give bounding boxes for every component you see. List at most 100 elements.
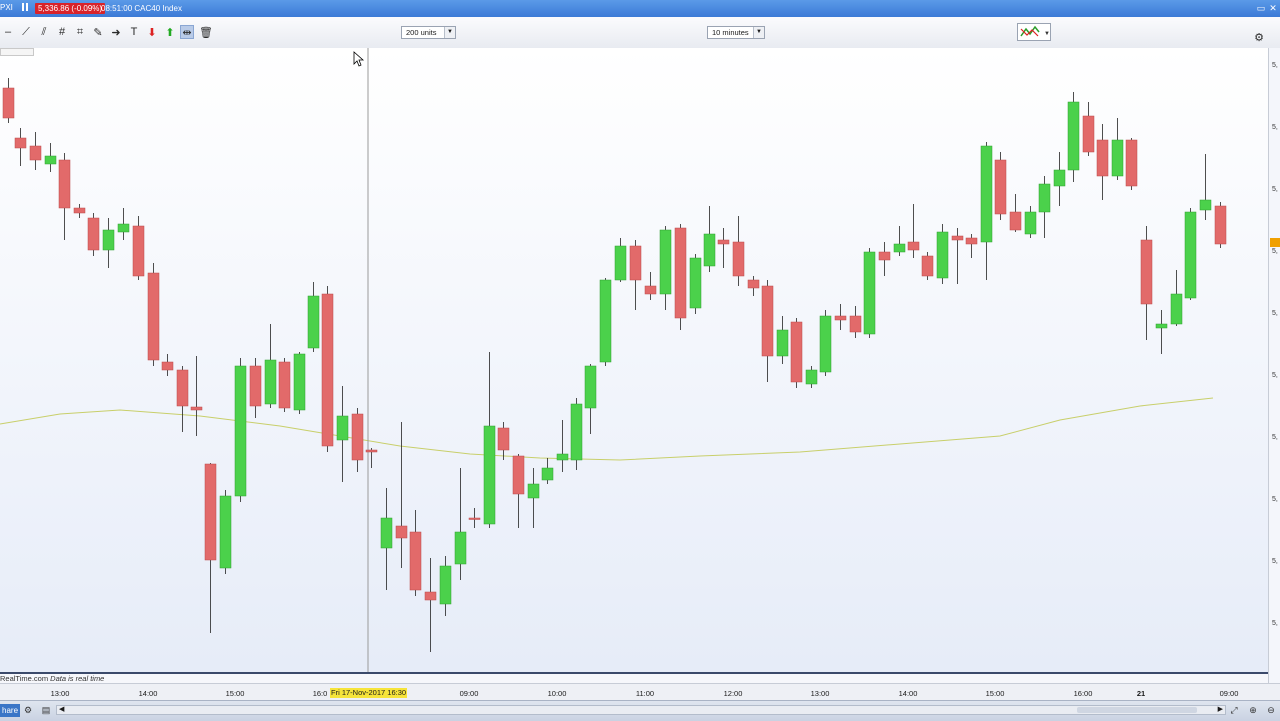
gann-icon[interactable]: ✎ bbox=[91, 25, 105, 39]
candle bbox=[234, 358, 247, 502]
sell-arrow-icon[interactable]: ⬇ bbox=[145, 25, 159, 39]
credit-site: RealTime.com bbox=[0, 674, 49, 683]
arrow-icon[interactable]: ➜ bbox=[109, 25, 123, 39]
app-label: PXI bbox=[0, 3, 13, 12]
settings-icon[interactable]: ⚙ bbox=[22, 704, 34, 716]
grid-icon[interactable]: ⌗ bbox=[73, 25, 87, 39]
candle bbox=[1111, 118, 1124, 180]
candle bbox=[717, 228, 730, 268]
candle bbox=[936, 224, 949, 284]
trend-line-icon[interactable]: ⟋ bbox=[19, 25, 33, 39]
moving-average-line bbox=[0, 397, 1214, 461]
candle bbox=[907, 204, 920, 258]
price-axis-label: 5, bbox=[1272, 620, 1278, 627]
print-icon[interactable]: ▤ bbox=[40, 704, 52, 716]
candle bbox=[14, 128, 27, 166]
price-axis-label: 5, bbox=[1272, 496, 1278, 503]
candle bbox=[497, 422, 510, 460]
expand-icon[interactable]: ⤢ bbox=[1228, 704, 1240, 716]
price-chart[interactable] bbox=[0, 48, 1268, 672]
restore-icon[interactable]: ▭ bbox=[1256, 3, 1266, 13]
close-icon[interactable]: ✕ bbox=[1268, 3, 1278, 13]
chart-type-button[interactable]: ▼ bbox=[1017, 23, 1051, 41]
interval-select[interactable]: 10 minutes ▼ bbox=[707, 26, 765, 39]
candle bbox=[102, 218, 115, 268]
mouse-cursor-icon bbox=[353, 51, 365, 67]
time-axis-label: 12:00 bbox=[723, 689, 743, 698]
pause-icon[interactable] bbox=[22, 3, 28, 12]
chevron-down-icon: ▼ bbox=[753, 27, 764, 38]
time-axis-label: 09:00 bbox=[1219, 689, 1239, 698]
fibonacci-icon[interactable]: # bbox=[55, 25, 69, 39]
price-axis-label: 5, bbox=[1272, 310, 1278, 317]
drawing-toolbar: ‒ ⟋ ⫽ # ⌗ ✎ ➜ T ⬇ ⬆ ⇹ 🗑 200 units ▼ 10 m… bbox=[0, 17, 1280, 49]
candle bbox=[351, 408, 364, 472]
horizontal-line-icon[interactable]: ⇹ bbox=[180, 25, 194, 39]
candle bbox=[483, 352, 496, 528]
time-axis-label: 15:00 bbox=[985, 689, 1005, 698]
zoom-in-icon[interactable]: ⊕ bbox=[1247, 704, 1259, 716]
candle bbox=[659, 226, 672, 310]
candle bbox=[190, 356, 203, 436]
candle bbox=[951, 228, 964, 284]
credit-note: Data is real time bbox=[50, 674, 105, 683]
buy-arrow-icon[interactable]: ⬆ bbox=[163, 25, 177, 39]
price-axis-label: 5, bbox=[1272, 62, 1278, 69]
candle bbox=[1140, 226, 1153, 340]
candle bbox=[1009, 194, 1022, 232]
candle bbox=[863, 248, 876, 338]
candle bbox=[87, 213, 100, 256]
trash-icon[interactable]: 🗑 bbox=[199, 25, 213, 39]
time-axis-label: 16:0 bbox=[312, 689, 328, 698]
wrench-icon[interactable]: ⚙ bbox=[1252, 30, 1266, 44]
time-axis: 09:00 21 16:00 15:00 14:00 13:00 12:00 11:00 10:… bbox=[0, 683, 1280, 701]
candle bbox=[834, 304, 847, 330]
candle bbox=[147, 263, 160, 366]
candle bbox=[117, 208, 130, 240]
units-select[interactable]: 200 units ▼ bbox=[401, 26, 456, 39]
candle bbox=[965, 234, 978, 258]
bottom-bar: hare ⚙ ▤ ◀ ▶ ⤢ ⊕ ⊖ bbox=[0, 700, 1280, 721]
candlestick-chart[interactable] bbox=[0, 48, 1268, 672]
candle bbox=[761, 280, 774, 382]
candle bbox=[219, 490, 232, 574]
scroll-thumb[interactable] bbox=[1077, 707, 1197, 713]
time-axis-label: 16:00 bbox=[1073, 689, 1093, 698]
scroll-right-icon[interactable]: ▶ bbox=[1218, 705, 1223, 713]
scroll-left-icon[interactable]: ◀ bbox=[59, 705, 64, 713]
candle bbox=[674, 224, 687, 330]
candle bbox=[409, 510, 422, 596]
candle bbox=[249, 358, 262, 418]
interval-select-value: 10 minutes bbox=[712, 28, 749, 37]
zoom-out-icon[interactable]: ⊖ bbox=[1265, 704, 1277, 716]
text-icon[interactable]: T bbox=[127, 25, 141, 39]
candle bbox=[132, 216, 145, 280]
candle bbox=[1155, 310, 1168, 354]
svg-text:▼: ▼ bbox=[1044, 31, 1050, 37]
price-axis-label: 5, bbox=[1272, 124, 1278, 131]
price-axis-label: 5, bbox=[1272, 372, 1278, 379]
line-icon[interactable]: ‒ bbox=[1, 25, 15, 39]
candle bbox=[1096, 124, 1109, 200]
multi-line-icon[interactable]: ⫽ bbox=[37, 25, 51, 39]
chart-corner-icons[interactable] bbox=[0, 48, 34, 56]
crosshair-time-label: Fri 17-Nov-2017 16:30 bbox=[330, 688, 408, 698]
share-button[interactable]: hare bbox=[0, 704, 21, 717]
candle bbox=[380, 488, 393, 590]
chevron-down-icon: ▼ bbox=[444, 27, 455, 38]
candle bbox=[424, 558, 437, 652]
time-axis-label: 14:00 bbox=[898, 689, 918, 698]
candle bbox=[161, 354, 174, 376]
chart-scrollbar[interactable]: ◀ ▶ bbox=[56, 705, 1226, 715]
candle bbox=[454, 468, 467, 580]
candle bbox=[176, 366, 189, 432]
candle bbox=[849, 306, 862, 338]
candle bbox=[819, 310, 832, 376]
candle bbox=[58, 153, 71, 240]
candle bbox=[878, 242, 891, 276]
time-axis-label: 13:00 bbox=[50, 689, 70, 698]
candle bbox=[689, 254, 702, 314]
time-axis-label: 21 bbox=[1136, 689, 1146, 698]
candle bbox=[468, 508, 481, 528]
candle bbox=[2, 78, 15, 123]
